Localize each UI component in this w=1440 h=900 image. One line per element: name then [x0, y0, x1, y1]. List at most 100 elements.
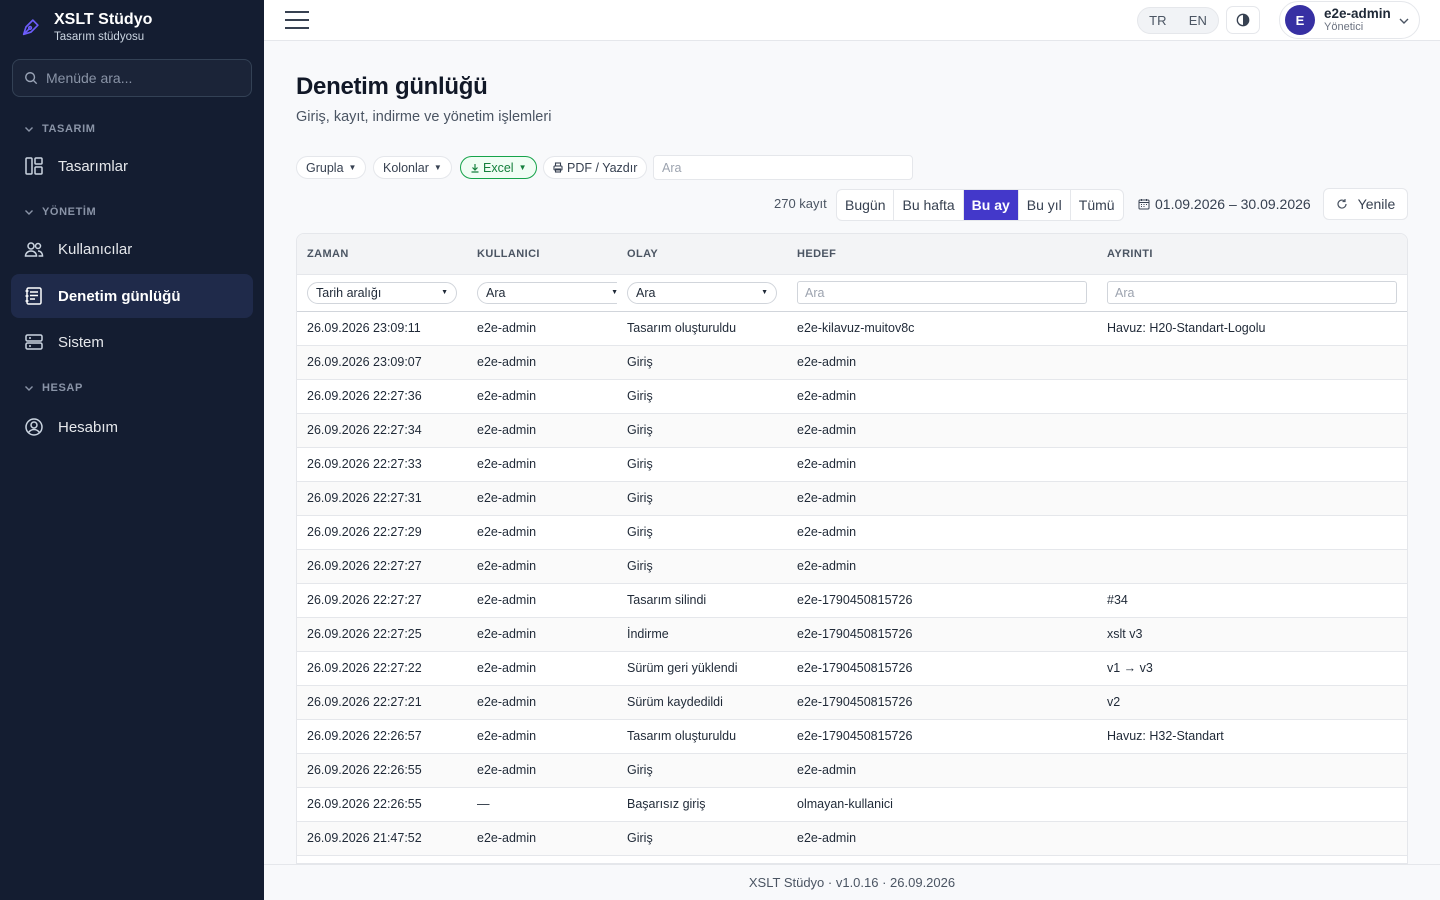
cell-user: e2e-admin	[467, 345, 617, 380]
range-all-button[interactable]: Tümü	[1071, 190, 1123, 220]
topbar: TR EN E e2e-admin Yönetici	[264, 0, 1440, 41]
menu-search[interactable]	[12, 59, 252, 97]
cell-event: İndirme	[617, 617, 787, 652]
lang-en-button[interactable]: EN	[1189, 13, 1207, 28]
column-header-user[interactable]: KULLANICI	[467, 234, 617, 275]
cell-detail	[1097, 379, 1407, 414]
section-hesap[interactable]: HESAP	[0, 378, 264, 398]
column-header-event[interactable]: OLAY	[617, 234, 787, 275]
range-today-button[interactable]: Bugün	[837, 190, 895, 220]
range-this-month-button[interactable]: Bu ay	[963, 190, 1019, 220]
cell-user: e2e-admin	[467, 379, 617, 414]
hamburger-menu-icon[interactable]	[284, 9, 310, 31]
table-row[interactable]: 26.09.2026 22:26:57 e2e-admin Tasarım oluş…	[297, 719, 1407, 754]
table-row[interactable]: 26.09.2026 22:26:55— Başarısız giriş olmay…	[297, 787, 1407, 822]
caret-down-icon: ▼	[761, 289, 768, 296]
footer: XSLT Stüdyo · v1.0.16 · 26.09.2026	[264, 864, 1440, 900]
cell-time: 26.09.2026 22:27:25	[297, 617, 467, 652]
column-header-detail[interactable]: AYRINTI	[1097, 234, 1407, 275]
table-row[interactable]: 26.09.2026 22:27:21 e2e-admin Sürüm kayded…	[297, 685, 1407, 720]
theme-toggle-button[interactable]	[1226, 6, 1260, 34]
language-switcher: TR EN	[1137, 7, 1219, 34]
sidebar-item-label: Kullanıcılar	[58, 240, 133, 258]
user-filter-select[interactable]: Ara ▼	[477, 281, 627, 304]
cell-detail	[1097, 787, 1407, 822]
table-search-input[interactable]	[653, 155, 913, 180]
cell-target: olmayan-kullanici	[787, 787, 1097, 822]
cell-time: 26.09.2026 22:26:55	[297, 787, 467, 822]
log-icon	[25, 287, 42, 305]
range-this-year-button[interactable]: Bu yıl	[1019, 190, 1071, 220]
table-row[interactable]: 26.09.2026 22:27:27 e2e-admin Tasarım sili…	[297, 583, 1407, 618]
cell-time: 26.09.2026 23:09:11	[297, 311, 467, 346]
section-title-label: HESAP	[42, 382, 83, 394]
cell-event: Tasarım silindi	[617, 583, 787, 618]
table-row[interactable]: 26.09.2026 21:47:52 e2e-admin Giriş e2e-adm…	[297, 821, 1407, 856]
brand[interactable]: XSLT Stüdyo Tasarım stüdyosu	[0, 0, 264, 54]
table-row[interactable]: 26.09.2026 22:27:36 e2e-admin Giriş e2e-adm…	[297, 379, 1407, 414]
range-this-week-button[interactable]: Bu hafta	[894, 190, 964, 220]
sidebar-item-label: Hesabım	[58, 418, 119, 436]
cell-time: 26.09.2026 21:47:52	[297, 821, 467, 856]
columns-button[interactable]: Kolonlar ▼	[373, 156, 452, 179]
cell-detail: v1 → v3	[1097, 651, 1407, 686]
table-row[interactable]: 26.09.2026 22:27:25 e2e-admin İndirme e2e-1…	[297, 617, 1407, 652]
refresh-button[interactable]: Yenile	[1323, 188, 1408, 220]
cell-target: e2e-1790450815726	[787, 685, 1097, 720]
layout-icon	[25, 157, 43, 175]
cell-event: Tasarım oluşturuldu	[617, 719, 787, 754]
cell-detail: #34	[1097, 583, 1407, 618]
cell-user: e2e-admin	[467, 515, 617, 550]
cell-target: e2e-1790450815726	[787, 583, 1097, 618]
columns-label: Kolonlar	[383, 160, 429, 175]
cell-detail	[1097, 515, 1407, 550]
caret-down-icon: ▼	[348, 163, 357, 172]
cell-user: e2e-admin	[467, 583, 617, 618]
table-row[interactable]: 26.09.2026 22:27:22 e2e-admin Sürüm geri y…	[297, 651, 1407, 686]
table-row[interactable]: 26.09.2026 22:27:34 e2e-admin Giriş e2e-adm…	[297, 413, 1407, 448]
cell-event: Sürüm kaydedildi	[617, 685, 787, 720]
sidebar-item-sistem[interactable]: Sistem	[11, 320, 253, 364]
caret-down-icon: ▼	[433, 163, 442, 172]
table-row[interactable]: 26.09.2026 22:26:55 e2e-admin Giriş e2e-adm…	[297, 753, 1407, 788]
cell-detail	[1097, 821, 1407, 856]
caret-down-icon: ▼	[611, 289, 618, 296]
sidebar-item-denetim-gunlugu[interactable]: Denetim günlüğü	[11, 274, 253, 318]
page-title: Denetim günlüğü	[296, 73, 488, 100]
table-row[interactable]: 26.09.2026 23:09:11 e2e-admin Tasarım oluş…	[297, 311, 1407, 346]
lang-tr-button[interactable]: TR	[1149, 13, 1166, 28]
user-menu[interactable]: E e2e-admin Yönetici	[1279, 1, 1420, 39]
table-row[interactable]: 26.09.2026 22:27:29 e2e-admin Giriş e2e-adm…	[297, 515, 1407, 550]
group-button[interactable]: Grupla ▼	[296, 156, 367, 179]
cell-event: Giriş	[617, 549, 787, 584]
refresh-icon	[1337, 199, 1347, 209]
table-row[interactable]: 26.09.2026 23:09:07 e2e-admin Giriş e2e-adm…	[297, 345, 1407, 380]
filter-row: Tarih aralığı ▼ Ara ▼ Ara ▼	[297, 274, 1407, 312]
section-tasarim[interactable]: TASARIM	[0, 119, 264, 139]
pdf-print-button[interactable]: PDF / Yazdır	[543, 156, 648, 179]
cell-target: e2e-1790450815726	[787, 719, 1097, 754]
user-filter-value: Ara	[486, 285, 506, 300]
sidebar-item-tasarimlar[interactable]: Tasarımlar	[11, 144, 253, 188]
time-filter-select[interactable]: Tarih aralığı ▼	[307, 281, 457, 304]
cell-time: 26.09.2026 22:27:29	[297, 515, 467, 550]
table-row[interactable]: 26.09.2026 22:27:33 e2e-admin Giriş e2e-adm…	[297, 447, 1407, 482]
sidebar-item-hesabim[interactable]: Hesabım	[11, 405, 253, 449]
column-header-time[interactable]: ZAMAN	[297, 234, 467, 275]
column-header-target[interactable]: HEDEF	[787, 234, 1097, 275]
date-range-picker[interactable]: 01.09.2026 – 30.09.2026	[1138, 196, 1311, 212]
table-row[interactable]	[297, 855, 1407, 863]
sidebar-item-label: Tasarımlar	[58, 157, 129, 175]
cell-time: 26.09.2026 22:27:21	[297, 685, 467, 720]
cell-event: Sürüm geri yüklendi	[617, 651, 787, 686]
sidebar-item-kullanicilar[interactable]: Kullanıcılar	[11, 227, 253, 271]
excel-button[interactable]: Excel ▼	[460, 156, 537, 179]
event-filter-select[interactable]: Ara ▼	[627, 281, 777, 304]
section-yonetim[interactable]: YÖNETİM	[0, 202, 264, 222]
table-row[interactable]: 26.09.2026 22:27:31 e2e-admin Giriş e2e-adm…	[297, 481, 1407, 516]
menu-search-input[interactable]	[46, 70, 236, 86]
target-filter-input[interactable]	[797, 281, 1087, 304]
cell-time: 26.09.2026 23:09:07	[297, 345, 467, 380]
table-row[interactable]: 26.09.2026 22:27:27 e2e-admin Giriş e2e-adm…	[297, 549, 1407, 584]
detail-filter-input[interactable]	[1107, 281, 1397, 304]
